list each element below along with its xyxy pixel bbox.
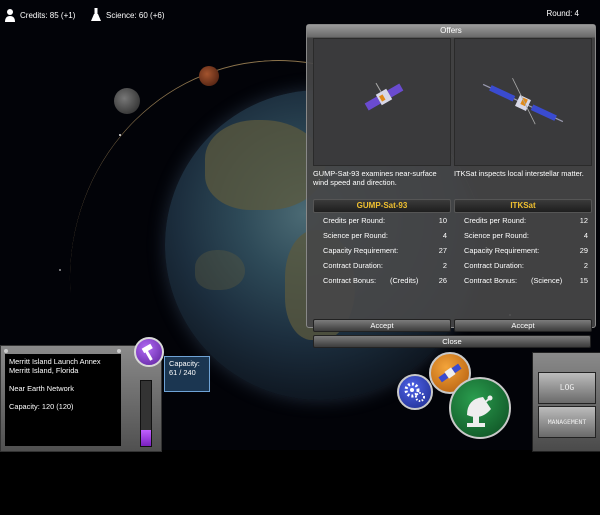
stat-value: 29 <box>579 246 588 255</box>
stat-value: 26 <box>438 276 447 285</box>
stat-value: 10 <box>438 216 447 225</box>
satellite-dish-icon <box>467 395 493 427</box>
management-button[interactable]: MANAGEMENT <box>538 406 596 438</box>
stat-row-credits-left: Credits per Round: 10 <box>313 213 451 228</box>
stat-row-bonus-left: Contract Bonus: (Credits) 26 <box>313 273 451 288</box>
science-display: Science: 60 (+6) <box>90 7 164 23</box>
offer-image-right <box>454 38 592 166</box>
close-button[interactable]: Close <box>313 335 591 348</box>
stat-row-science-left: Science per Round: 4 <box>313 228 451 243</box>
stat-label: Contract Duration: <box>323 261 383 270</box>
settings-button[interactable] <box>397 374 433 410</box>
offer-description-right: ITKSat inspects local interstellar matte… <box>454 169 584 178</box>
satellite-image <box>482 78 564 125</box>
stat-label: Contract Bonus: <box>464 276 517 285</box>
offer-name-left: GUMP-Sat-93 <box>313 199 451 213</box>
location-capacity: Capacity: 120 (120) <box>9 402 74 411</box>
stat-row-science-right: Science per Round: 4 <box>454 228 592 243</box>
science-text: Science: 60 (+6) <box>106 10 165 20</box>
bonus-type: (Credits) <box>390 276 419 285</box>
flask-icon <box>91 8 101 21</box>
stat-row-duration-left: Contract Duration: 2 <box>313 258 451 273</box>
offer-card-left: GUMP-Sat-93 examines near-surface wind s… <box>313 37 451 288</box>
hammer-icon <box>141 343 153 361</box>
capacity-box: Capacity: 61 / 240 <box>164 356 210 392</box>
stat-value: 2 <box>442 261 447 270</box>
bonus-type: (Science) <box>531 276 563 285</box>
capacity-label: Capacity: <box>169 359 200 368</box>
stat-value: 12 <box>579 216 588 225</box>
accept-button-left[interactable]: Accept <box>313 319 451 332</box>
stat-value: 2 <box>583 261 588 270</box>
stat-label: Credits per Round: <box>464 216 527 225</box>
build-button[interactable] <box>134 337 164 367</box>
location-info-screen: Merritt Island Launch Annex Merritt Isla… <box>5 354 121 446</box>
stat-label: Capacity Requirement: <box>323 246 399 255</box>
stat-label-group: Contract Bonus: (Credits) <box>323 273 418 288</box>
person-icon <box>5 9 15 22</box>
accept-button-right[interactable]: Accept <box>454 319 592 332</box>
stat-value: 15 <box>579 276 588 285</box>
stat-label: Credits per Round: <box>323 216 386 225</box>
log-button[interactable]: LOG <box>538 372 596 404</box>
stat-value: 27 <box>438 246 447 255</box>
capacity-value: 61 / 240 <box>169 368 196 377</box>
offers-dialog: Offers GUMP-Sat-93 examines near-surface… <box>306 24 596 348</box>
stat-label: Science per Round: <box>323 231 388 240</box>
offer-card-right: ITKSat inspects local interstellar matte… <box>454 37 592 288</box>
capacity-bar-fill <box>141 429 151 446</box>
stat-row-bonus-right: Contract Bonus: (Science) 15 <box>454 273 592 288</box>
stat-row-credits-right: Credits per Round: 12 <box>454 213 592 228</box>
stat-label-group: Contract Bonus: (Science) <box>464 273 562 288</box>
stat-value: 4 <box>583 231 588 240</box>
offer-image-left <box>313 38 451 166</box>
satellite-image <box>364 82 404 111</box>
gears-icon <box>404 382 425 402</box>
network-name: Near Earth Network <box>9 384 74 393</box>
moon <box>114 88 140 114</box>
credits-display: Credits: 85 (+1) <box>4 7 75 23</box>
credits-text: Credits: 85 (+1) <box>20 10 76 20</box>
capacity-bar <box>140 380 152 447</box>
offer-description-left: GUMP-Sat-93 examines near-surface wind s… <box>313 169 437 187</box>
dish-button[interactable] <box>449 377 511 439</box>
planet-mars <box>199 66 219 86</box>
offer-name-right: ITKSat <box>454 199 592 213</box>
stat-label: Contract Duration: <box>464 261 524 270</box>
stat-label: Science per Round: <box>464 231 529 240</box>
location-name: Merritt Island Launch Annex <box>9 357 101 366</box>
round-counter: Round: 4 <box>546 9 579 18</box>
stat-row-duration-right: Contract Duration: 2 <box>454 258 592 273</box>
stat-value: 4 <box>442 231 447 240</box>
location-place: Merritt Island, Florida <box>9 366 79 375</box>
stat-row-capacity-left: Capacity Requirement: 27 <box>313 243 451 258</box>
stat-label: Contract Bonus: <box>323 276 376 285</box>
stat-row-capacity-right: Capacity Requirement: 29 <box>454 243 592 258</box>
stat-label: Capacity Requirement: <box>464 246 540 255</box>
